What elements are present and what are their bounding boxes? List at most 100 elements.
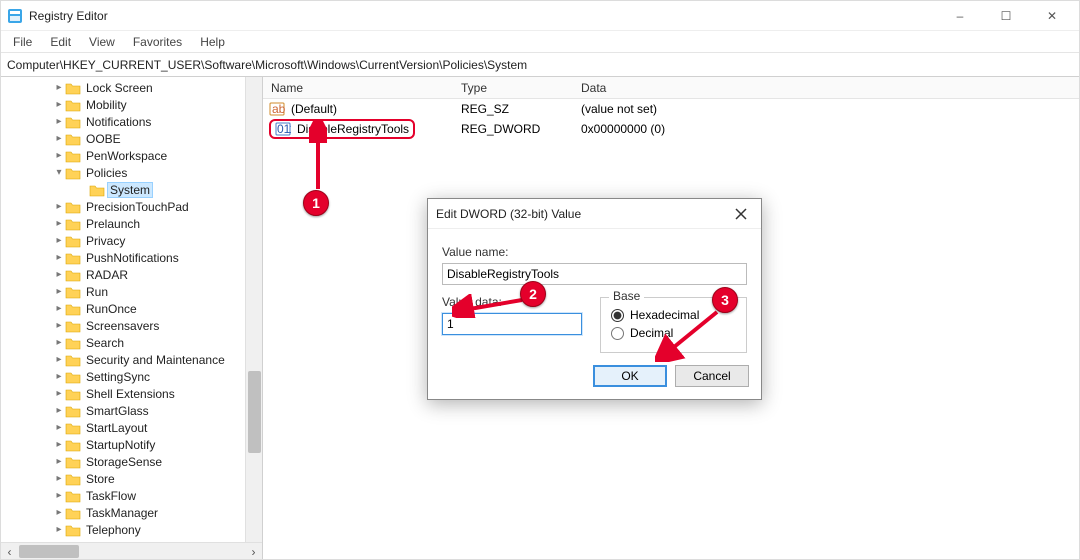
column-header-name[interactable]: Name xyxy=(263,81,453,95)
menu-view[interactable]: View xyxy=(81,33,123,51)
tree-item-runonce[interactable]: ▸RunOnce xyxy=(11,300,262,317)
horizontal-scrollbar[interactable]: ‹ › xyxy=(1,542,262,559)
tree-item-penworkspace[interactable]: ▸PenWorkspace xyxy=(11,147,262,164)
address-input[interactable] xyxy=(5,56,1075,74)
scroll-left-arrow[interactable]: ‹ xyxy=(1,543,18,560)
tree-item-storagesense[interactable]: ▸StorageSense xyxy=(11,453,262,470)
minimize-button[interactable]: – xyxy=(937,1,983,31)
tree-item-security-and-maintenance[interactable]: ▸Security and Maintenance xyxy=(11,351,262,368)
tree-item-label: SettingSync xyxy=(84,370,152,384)
expand-caret-icon[interactable]: ▸ xyxy=(53,456,65,467)
tree-item-store[interactable]: ▸ Store xyxy=(11,470,262,487)
menu-edit[interactable]: Edit xyxy=(42,33,79,51)
expand-caret-icon[interactable]: ▸ xyxy=(53,320,65,331)
app-icon xyxy=(7,8,23,24)
expand-caret-icon[interactable]: ▸ xyxy=(53,99,65,110)
tree-item-label: Store xyxy=(84,472,117,486)
expand-caret-icon[interactable]: ▸ xyxy=(53,150,65,161)
expand-caret-icon[interactable]: ▸ xyxy=(53,303,65,314)
cancel-button[interactable]: Cancel xyxy=(675,365,749,387)
tree-item-notifications[interactable]: ▸Notifications xyxy=(11,113,262,130)
expand-caret-icon[interactable]: ▸ xyxy=(53,388,65,399)
tree-item-label: Run xyxy=(84,285,110,299)
value-row[interactable]: 011DisableRegistryToolsREG_DWORD0x000000… xyxy=(263,119,1079,139)
tree-item-oobe[interactable]: ▸OOBE xyxy=(11,130,262,147)
tree-item-startlayout[interactable]: ▸StartLayout xyxy=(11,419,262,436)
expand-caret-icon[interactable]: ▸ xyxy=(53,507,65,518)
expand-caret-icon[interactable]: ▸ xyxy=(53,252,65,263)
tree-item-run[interactable]: ▸ Run xyxy=(11,283,262,300)
folder-icon xyxy=(65,81,81,95)
tree-item-taskflow[interactable]: ▸TaskFlow xyxy=(11,487,262,504)
expand-caret-icon[interactable]: ▸ xyxy=(53,337,65,348)
expand-caret-icon[interactable]: ▾ xyxy=(53,167,65,178)
tree-item-taskmanager[interactable]: ▸TaskManager xyxy=(11,504,262,521)
menu-help[interactable]: Help xyxy=(192,33,233,51)
tree-item-label: PushNotifications xyxy=(84,251,181,265)
folder-icon xyxy=(65,115,81,129)
column-header-type[interactable]: Type xyxy=(453,81,573,95)
dialog-title: Edit DWORD (32-bit) Value xyxy=(436,207,729,221)
expand-caret-icon[interactable]: ▸ xyxy=(53,133,65,144)
expand-caret-icon[interactable]: ▸ xyxy=(53,269,65,280)
tree-item-search[interactable]: ▸Search xyxy=(11,334,262,351)
tree-item-privacy[interactable]: ▸ Privacy xyxy=(11,232,262,249)
tree-item-screensavers[interactable]: ▸Screensavers xyxy=(11,317,262,334)
dword-icon: 011 xyxy=(275,121,291,137)
tree-item-policies[interactable]: ▾Policies xyxy=(11,164,262,181)
expand-caret-icon[interactable]: ▸ xyxy=(53,82,65,93)
dialog-close-button[interactable] xyxy=(729,202,753,226)
scroll-right-arrow[interactable]: › xyxy=(245,543,262,560)
ok-button[interactable]: OK xyxy=(593,365,667,387)
menu-file[interactable]: File xyxy=(5,33,40,51)
expand-caret-icon[interactable]: ▸ xyxy=(53,201,65,212)
tree-item-mobility[interactable]: ▸ Mobility xyxy=(11,96,262,113)
radio-hex-label: Hexadecimal xyxy=(630,308,699,322)
column-header-data[interactable]: Data xyxy=(573,81,1079,95)
radio-dec-input[interactable] xyxy=(611,327,624,340)
tree-item-telephony[interactable]: ▸Telephony xyxy=(11,521,262,538)
menu-favorites[interactable]: Favorites xyxy=(125,33,190,51)
radio-decimal[interactable]: Decimal xyxy=(611,326,736,340)
vertical-scrollbar[interactable] xyxy=(245,77,262,542)
value-data-input[interactable] xyxy=(442,313,582,335)
expand-caret-icon[interactable]: ▸ xyxy=(53,524,65,535)
tree-item-precisiontouchpad[interactable]: ▸PrecisionTouchPad xyxy=(11,198,262,215)
expand-caret-icon[interactable]: ▸ xyxy=(53,490,65,501)
folder-icon xyxy=(65,166,81,180)
expand-caret-icon[interactable]: ▸ xyxy=(53,116,65,127)
radio-hex-input[interactable] xyxy=(611,309,624,322)
scrollbar-thumb[interactable] xyxy=(248,371,261,453)
tree-item-lock-screen[interactable]: ▸Lock Screen xyxy=(11,79,262,96)
value-row[interactable]: ab(Default)REG_SZ(value not set) xyxy=(263,99,1079,119)
tree-item-smartglass[interactable]: ▸SmartGlass xyxy=(11,402,262,419)
expand-caret-icon[interactable]: ▸ xyxy=(53,354,65,365)
expand-caret-icon[interactable]: ▸ xyxy=(53,286,65,297)
folder-icon xyxy=(65,489,81,503)
expand-caret-icon[interactable]: ▸ xyxy=(53,371,65,382)
tree-item-startupnotify[interactable]: ▸StartupNotify xyxy=(11,436,262,453)
tree-item-shell-extensions[interactable]: ▸ Shell Extensions xyxy=(11,385,262,402)
tree-item-label: Shell Extensions xyxy=(84,387,177,401)
expand-caret-icon[interactable]: ▸ xyxy=(53,473,65,484)
expand-caret-icon[interactable]: ▸ xyxy=(53,235,65,246)
tree-item-label: Mobility xyxy=(84,98,129,112)
tree-item-label: Privacy xyxy=(84,234,127,248)
expand-caret-icon[interactable]: ▸ xyxy=(53,218,65,229)
maximize-button[interactable]: ☐ xyxy=(983,1,1029,31)
tree-item-settingsync[interactable]: ▸ SettingSync xyxy=(11,368,262,385)
value-name: DisableRegistryTools xyxy=(297,122,409,136)
value-name-input[interactable] xyxy=(442,263,747,285)
expand-caret-icon[interactable]: ▸ xyxy=(53,422,65,433)
registry-tree[interactable]: ▸Lock Screen▸Mobility▸Notifications▸OOBE… xyxy=(1,77,262,542)
tree-item-system[interactable]: System xyxy=(11,181,262,198)
expand-caret-icon[interactable]: ▸ xyxy=(53,439,65,450)
string-icon: ab xyxy=(269,101,285,117)
close-button[interactable]: ✕ xyxy=(1029,1,1075,31)
tree-item-pushnotifications[interactable]: ▸ PushNotifications xyxy=(11,249,262,266)
expand-caret-icon[interactable]: ▸ xyxy=(53,405,65,416)
hscroll-thumb[interactable] xyxy=(19,545,79,558)
values-body: ab(Default)REG_SZ(value not set) 011 Disab… xyxy=(263,99,1079,139)
tree-item-radar[interactable]: ▸RADAR xyxy=(11,266,262,283)
tree-item-prelaunch[interactable]: ▸Prelaunch xyxy=(11,215,262,232)
